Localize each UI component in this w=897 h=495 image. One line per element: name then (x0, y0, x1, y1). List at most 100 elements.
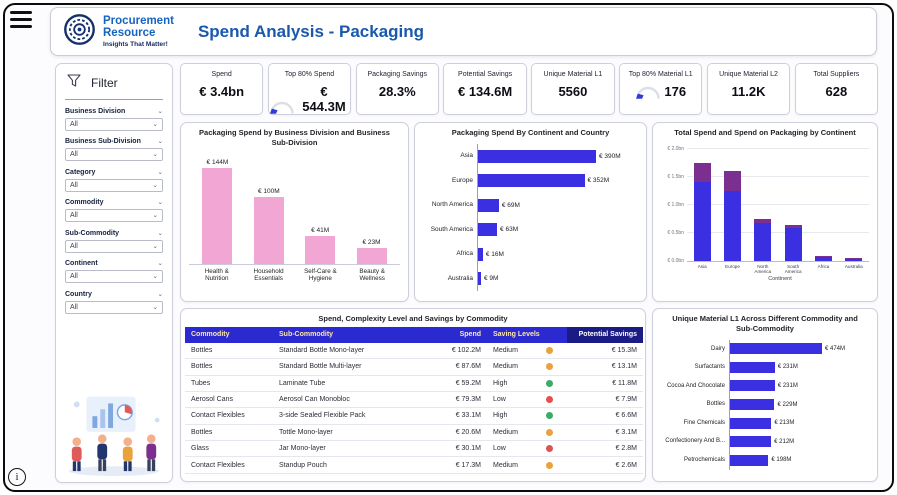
bar-group: € 100M (246, 153, 292, 264)
filter-group-header-commodity[interactable]: Commodity⌄ (65, 199, 163, 206)
cell-commodity: Contact Flexibles (185, 457, 273, 473)
c1-plot: € 144M€ 100M€ 41M€ 23M (189, 153, 400, 265)
table-row[interactable]: GlassJar Mono-layer€ 30.1MLow€ 2.8M (185, 441, 643, 457)
table-row[interactable]: BottlesTottle Mono-layer€ 20.6MMedium€ 3… (185, 424, 643, 440)
filter-dropdown-business-division[interactable]: All⌄ (65, 118, 163, 131)
cell-commodity: Bottles (185, 343, 273, 359)
bar-self-care-hygiene[interactable] (305, 236, 335, 263)
stacked-bar-north-america[interactable] (754, 219, 771, 261)
stacked-bar-south-america[interactable] (785, 225, 802, 260)
bar-australia[interactable] (478, 272, 481, 285)
filter-selected-value: All (70, 121, 78, 128)
table-row[interactable]: Contact Flexibles3-side Sealed Flexible … (185, 408, 643, 424)
kpi-value: 5560 (532, 84, 613, 99)
cell-sub-commodity: Tottle Mono-layer (273, 424, 425, 440)
bar-asia[interactable] (478, 150, 596, 163)
filter-dropdown-commodity[interactable]: All⌄ (65, 209, 163, 222)
table-header-row: CommoditySub-CommoditySpendSaving Levels… (185, 327, 643, 343)
bar-household-essentials[interactable] (254, 197, 284, 264)
bar-row-fine-chemicals: Fine Chemicals€ 213M (657, 414, 869, 433)
bar-bottles[interactable] (730, 399, 774, 410)
filter-dropdown-category[interactable]: All⌄ (65, 179, 163, 192)
saving-level-text: Medium (493, 429, 518, 436)
stacked-bar-australia[interactable] (845, 258, 862, 261)
bar-area: € 229M (729, 395, 869, 414)
saving-level-dot (546, 380, 553, 387)
filter-selected-value: All (70, 304, 78, 311)
logo-name-line1: Procurement (103, 15, 174, 27)
bar-surfactants[interactable] (730, 362, 775, 373)
kpi-label: Top 80% Material L1 (620, 71, 701, 78)
logo-name-line2: Resource (103, 27, 174, 39)
table-row[interactable]: TubesLaminate Tube€ 59.2MHigh€ 11.8M (185, 375, 643, 391)
bar-south-america[interactable] (478, 223, 497, 236)
cell-spend: € 20.6M (425, 424, 487, 440)
chevron-down-icon: ⌄ (153, 151, 158, 158)
axis-category-label: Beauty & Wellness (348, 268, 396, 283)
filter-dropdown-country[interactable]: All ⌄ (65, 301, 163, 314)
chevron-down-icon: ⌄ (153, 304, 158, 311)
bar-fine-chemicals[interactable] (730, 418, 771, 429)
column-header-saving-levels[interactable]: Saving Levels (487, 327, 567, 343)
bar-north-america[interactable] (478, 199, 499, 212)
filter-group-header-country[interactable]: Country⌄ (65, 291, 163, 298)
hamburger-menu-icon[interactable] (10, 11, 32, 28)
filter-group-header-sub-commodity[interactable]: Sub-Commodity⌄ (65, 230, 163, 237)
axis-category-label: Surfactants (657, 364, 729, 371)
bar-area: € 231M (729, 377, 869, 396)
chevron-down-icon: ⌄ (153, 212, 158, 219)
column-header-commodity[interactable]: Commodity (185, 327, 273, 343)
bar-area: € 213M (729, 414, 869, 433)
filter-group-header-continent[interactable]: Continent⌄ (65, 260, 163, 267)
cell-sub-commodity: 3-side Sealed Flexible Pack (273, 408, 425, 424)
people-illustration (63, 389, 165, 477)
filter-dropdown-business-sub-division[interactable]: All ⌄ (65, 148, 163, 161)
filter-selected-value: All (70, 243, 78, 250)
kpi-card-potential-savings: Potential Savings€ 134.6M (443, 63, 526, 115)
commodity-table-card: Spend, Complexity Level and Savings by C… (180, 308, 646, 482)
bar-area: € 198M (729, 451, 869, 470)
cell-commodity: Aerosol Cans (185, 391, 273, 407)
axis-category-label: South America (419, 226, 477, 233)
bar-confectionery-and-b[interactable] (730, 436, 771, 447)
table-row[interactable]: Aerosol CansAerosol Can Monobloc€ 79.3ML… (185, 391, 643, 407)
filter-group-header-category[interactable]: Category⌄ (65, 169, 163, 176)
filter-group-header-business-division[interactable]: Business Division⌄ (65, 108, 163, 115)
column-header-potential-savings[interactable]: Potential Savings (567, 327, 643, 343)
bar-row-surfactants: Surfactants€ 231M (657, 358, 869, 377)
bar-health-nutrition[interactable] (202, 168, 232, 264)
bar-europe[interactable] (478, 174, 585, 187)
cell-spend: € 17.3M (425, 457, 487, 473)
info-icon[interactable]: i (8, 468, 26, 486)
filter-selected-value: All (70, 273, 78, 280)
filter-group-header-business-sub-division[interactable]: Business Sub-Division⌄ (65, 138, 163, 145)
bar-petrochemicals[interactable] (730, 455, 768, 466)
table-row[interactable]: BottlesStandard Bottle Multi-layer€ 87.6… (185, 359, 643, 375)
saving-level: Low (493, 445, 561, 452)
stacked-bar-africa[interactable] (815, 256, 832, 261)
bar-beauty-wellness[interactable] (357, 248, 387, 263)
logo-text: Procurement Resource Insights That Matte… (103, 15, 174, 48)
table-row[interactable]: Contact FlexiblesStandup Pouch€ 17.3MMed… (185, 457, 643, 473)
bar-dairy[interactable] (730, 343, 822, 354)
gauge-icon (269, 101, 295, 114)
filter-dropdown-continent[interactable]: All⌄ (65, 270, 163, 283)
saving-level: Medium (493, 429, 561, 436)
filter-dropdown-sub-commodity[interactable]: All⌄ (65, 240, 163, 253)
column-header-spend[interactable]: Spend (425, 327, 487, 343)
filter-selected-value: All (70, 151, 78, 158)
column-header-sub-commodity[interactable]: Sub-Commodity (273, 327, 425, 343)
cell-saving-level: High (487, 375, 567, 391)
chevron-down-icon: ⌄ (158, 138, 163, 145)
stacked-bar-asia[interactable] (694, 163, 711, 261)
chevron-down-icon: ⌄ (158, 108, 163, 115)
saving-level-text: Low (493, 445, 506, 452)
stacked-bar-europe[interactable] (724, 171, 741, 261)
filter-group-commodity: Commodity⌄All⌄ (65, 199, 163, 222)
filter-label: Commodity (65, 199, 104, 206)
y-axis-tick-label: € 0.0bn (667, 258, 684, 264)
bar-cocoa-and-chocolate[interactable] (730, 380, 775, 391)
bar-africa[interactable] (478, 248, 483, 261)
table-head: CommoditySub-CommoditySpendSaving Levels… (185, 327, 643, 343)
table-row[interactable]: BottlesStandard Bottle Mono-layer€ 102.2… (185, 343, 643, 359)
